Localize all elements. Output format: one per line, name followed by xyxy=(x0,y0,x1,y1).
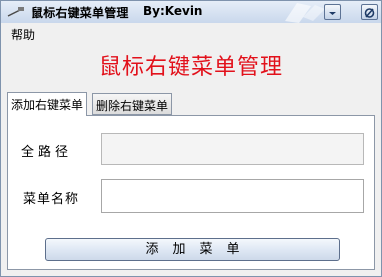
close-button[interactable] xyxy=(361,4,378,20)
tab-delete-context-menu[interactable]: 删除右键菜单 xyxy=(92,93,173,115)
menu-help[interactable]: 帮助 xyxy=(11,26,35,43)
menu-name-label: 菜单名称 xyxy=(23,192,80,207)
full-path-label: 全路径 xyxy=(21,145,73,160)
page-heading: 鼠标右键菜单管理 xyxy=(98,55,283,80)
window-author: By:Kevin xyxy=(143,4,203,18)
close-icon xyxy=(364,8,375,18)
add-menu-button[interactable]: 添加菜单 xyxy=(45,238,340,261)
app-window: 鼠标右键菜单管理 By:Kevin 帮助 鼠标右键菜单管理 添加右键菜单 删除右… xyxy=(0,0,382,277)
title-bar[interactable]: 鼠标右键菜单管理 By:Kevin xyxy=(1,1,381,24)
mouse-cursor-icon xyxy=(7,7,24,17)
window-title: 鼠标右键菜单管理 xyxy=(31,6,129,20)
minimize-icon xyxy=(329,12,336,15)
full-path-input[interactable] xyxy=(101,133,364,165)
menu-name-input[interactable] xyxy=(101,179,364,213)
minimize-button[interactable] xyxy=(324,4,341,20)
tab-add-context-menu[interactable]: 添加右键菜单 xyxy=(7,92,88,116)
menu-bar: 帮助 xyxy=(1,23,381,43)
